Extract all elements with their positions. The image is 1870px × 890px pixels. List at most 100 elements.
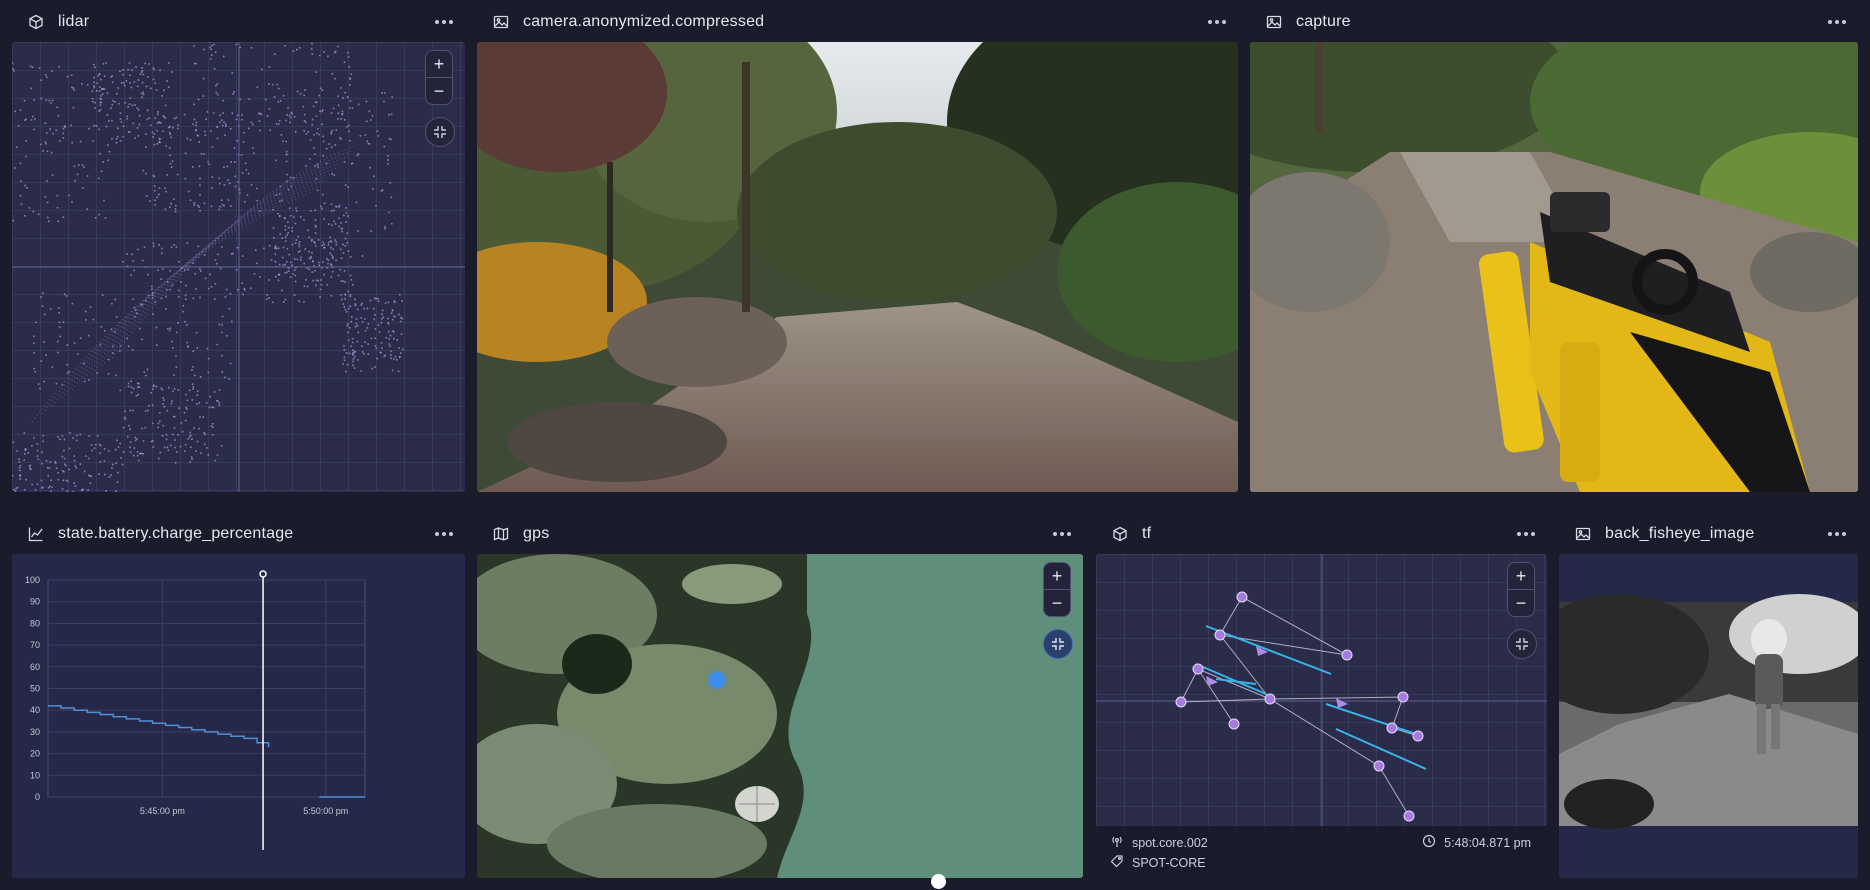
- scan-ring: [31, 191, 313, 423]
- panel-menu-button[interactable]: [1513, 524, 1539, 544]
- panel-title: tf: [1142, 525, 1152, 542]
- panel-menu-button[interactable]: [1824, 12, 1850, 32]
- battery-plot[interactable]: 100 90 80 70 60 50 40 30 20 10 0 5:45:00 pm 5:50:00 …: [12, 554, 465, 878]
- scan-ring: [51, 179, 325, 407]
- gps-map[interactable]: + −: [477, 554, 1083, 878]
- tf-frame-node: [1264, 693, 1276, 705]
- playback-cursor-handle: [259, 570, 267, 578]
- tf-hover-footer: spot.core.002 SPOT-CORE 5:48:04.871 pm: [1096, 826, 1547, 878]
- tf-axis-line: [1215, 678, 1257, 685]
- y-tick-label: 20: [30, 749, 40, 759]
- tf-frame-node: [1341, 649, 1353, 661]
- capture-image: [1250, 42, 1858, 492]
- cube-icon: [27, 13, 45, 31]
- antenna-icon: [1110, 834, 1124, 851]
- clock-icon: [1422, 834, 1436, 851]
- tf-zoom-controls: + −: [1507, 562, 1537, 659]
- lidar-panel: lidar + −: [12, 2, 465, 492]
- fisheye-image: [1559, 594, 1858, 829]
- panel-title: gps: [523, 525, 550, 542]
- panel-title: capture: [1296, 13, 1351, 30]
- tf-axis-line: [1195, 663, 1267, 695]
- line-chart-icon: [27, 525, 45, 543]
- gps-position-marker: [709, 672, 725, 688]
- tf-link: [1269, 698, 1380, 767]
- battery-chart: 10090807060504030201005:45:00 pm 5:50:00 …: [25, 570, 366, 850]
- capture-panel: capture: [1250, 2, 1858, 492]
- y-tick-label: 60: [30, 662, 40, 672]
- fisheye-panel: back_fisheye_image: [1559, 514, 1858, 878]
- camera-image: [477, 42, 1238, 492]
- y-tick-label: 10: [30, 770, 40, 780]
- y-tick-label: 0: [35, 792, 40, 802]
- panel-title: back_fisheye_image: [1605, 525, 1755, 542]
- zoom-out-button[interactable]: −: [425, 78, 453, 105]
- frame-tag: SPOT-CORE: [1132, 855, 1206, 870]
- panel-title: lidar: [58, 13, 90, 30]
- tf-frame-node: [1386, 722, 1398, 734]
- tf-view[interactable]: + − spot.core.002 SPOT-CORE 5:48:04.871 …: [1096, 554, 1547, 878]
- gps-panel: gps + −: [477, 514, 1083, 878]
- pane-drag-handle[interactable]: [931, 874, 946, 889]
- panel-title: camera.anonymized.compressed: [523, 13, 765, 30]
- y-tick-label: 50: [30, 684, 40, 694]
- camera-panel-header: camera.anonymized.compressed: [477, 2, 1238, 42]
- y-tick-label: 30: [30, 727, 40, 737]
- zoom-in-button[interactable]: +: [425, 50, 453, 78]
- lidar-point-cloud: [12, 42, 465, 492]
- fisheye-view: [1559, 554, 1858, 878]
- tf-arrow: [1336, 698, 1348, 708]
- camera-panel: camera.anonymized.compressed: [477, 2, 1238, 492]
- y-tick-label: 80: [30, 618, 40, 628]
- panel-menu-button[interactable]: [1049, 524, 1075, 544]
- lidar-zoom-controls: + −: [425, 50, 455, 147]
- tf-link: [1378, 765, 1410, 817]
- tf-frame-node: [1192, 663, 1204, 675]
- map-icon: [492, 525, 510, 543]
- lidar-panel-header: lidar: [12, 2, 465, 42]
- zoom-in-button[interactable]: +: [1043, 562, 1071, 590]
- zoom-in-button[interactable]: +: [1507, 562, 1535, 590]
- panel-menu-button[interactable]: [431, 524, 457, 544]
- y-tick-label: 70: [30, 640, 40, 650]
- panel-menu-button[interactable]: [431, 12, 457, 32]
- recenter-button[interactable]: [1507, 629, 1537, 659]
- battery-panel: state.battery.charge_percentage 100 90 80 7…: [12, 514, 465, 878]
- zoom-out-button[interactable]: −: [1507, 590, 1535, 617]
- tf-link: [1219, 596, 1243, 636]
- tf-frame-node: [1175, 696, 1187, 708]
- gps-panel-header: gps: [477, 514, 1083, 554]
- tf-frame-node: [1397, 691, 1409, 703]
- scan-ring: [81, 161, 343, 383]
- frame-name: spot.core.002: [1132, 835, 1208, 850]
- panel-menu-button[interactable]: [1824, 524, 1850, 544]
- tf-panel: tf + − spot.core.002 SPOT-CORE 5:48:04.8…: [1096, 514, 1547, 878]
- tag-icon: [1110, 854, 1124, 871]
- cube-icon: [1111, 525, 1129, 543]
- y-tick-label: 100: [25, 575, 40, 585]
- panel-menu-button[interactable]: [1204, 12, 1230, 32]
- scan-ring: [101, 149, 355, 367]
- y-tick-label: 90: [30, 597, 40, 607]
- tf-frame-node: [1236, 591, 1248, 603]
- recenter-button[interactable]: [1043, 629, 1073, 659]
- image-icon: [1265, 13, 1283, 31]
- tf-frame-node: [1373, 760, 1385, 772]
- x-tick-label: 5:45:00 pm: [140, 806, 185, 816]
- image-icon: [1574, 525, 1592, 543]
- capture-panel-header: capture: [1250, 2, 1858, 42]
- tf-frame-node: [1214, 629, 1226, 641]
- x-tick-label: 5:50:00 pm: [303, 806, 348, 816]
- tf-arrow: [1206, 676, 1218, 686]
- scan-ring: [71, 167, 337, 391]
- zoom-out-button[interactable]: −: [1043, 590, 1071, 617]
- tf-frame-node: [1412, 730, 1424, 742]
- battery-panel-header: state.battery.charge_percentage: [12, 514, 465, 554]
- scan-ring: [91, 155, 349, 375]
- gps-zoom-controls: + −: [1043, 562, 1073, 659]
- tf-frame-node: [1403, 810, 1415, 822]
- lidar-view[interactable]: + −: [12, 42, 465, 492]
- tf-panel-header: tf: [1096, 514, 1547, 554]
- y-tick-label: 40: [30, 705, 40, 715]
- recenter-button[interactable]: [425, 117, 455, 147]
